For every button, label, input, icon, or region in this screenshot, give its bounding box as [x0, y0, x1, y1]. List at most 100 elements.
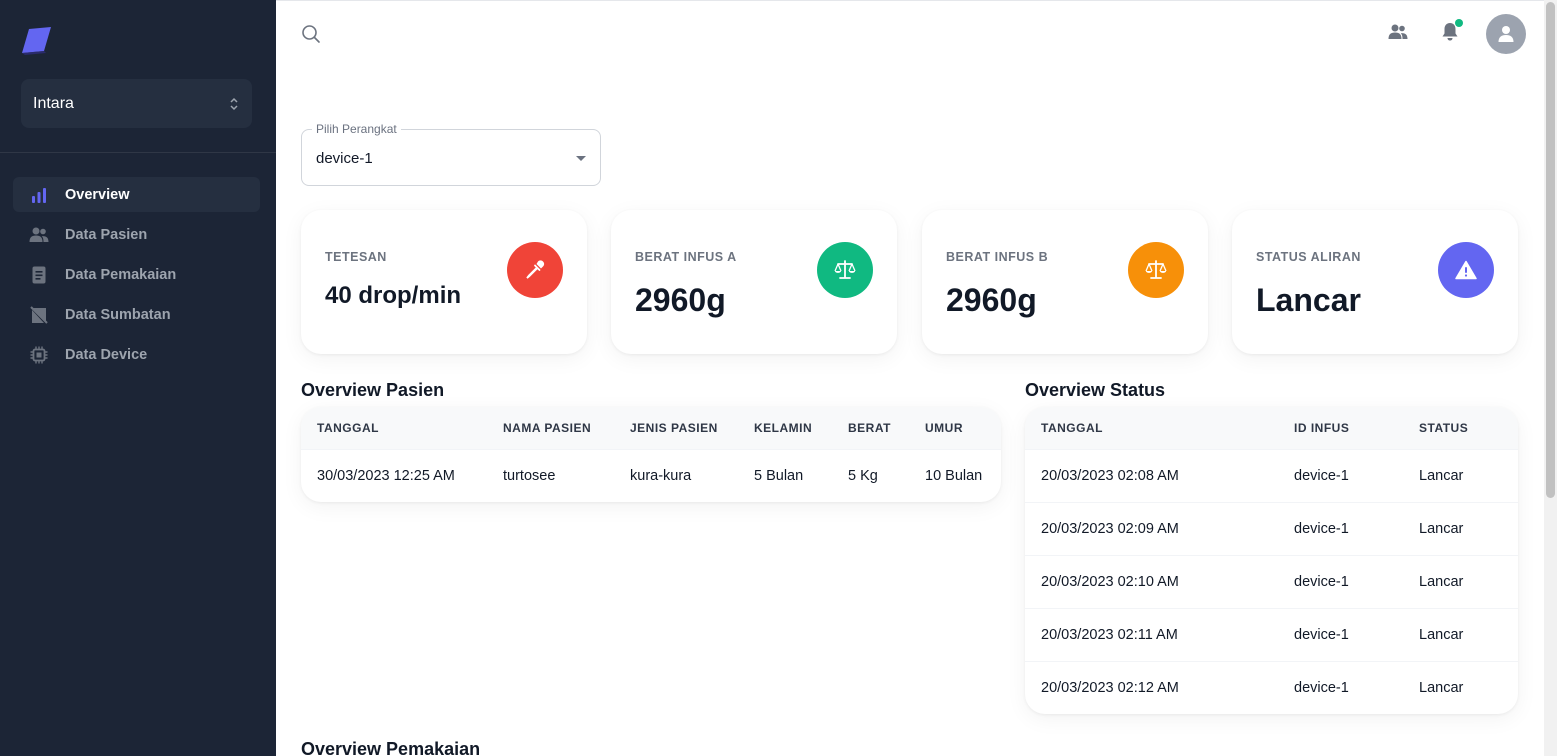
card-title: BERAT INFUS B [946, 250, 1049, 264]
document-icon [29, 265, 49, 285]
table-header-row: TANGGAL ID INFUS STATUS [1025, 407, 1518, 449]
bar-chart-icon [29, 185, 49, 205]
table-cell: Lancar [1403, 448, 1518, 502]
blocked-icon [29, 305, 49, 325]
card-berat-infus-a: BERAT INFUS A 2960g [611, 210, 897, 354]
table-cell: 5 Kg [832, 448, 909, 502]
device-select-label: Pilih Perangkat [312, 122, 401, 136]
card-title: TETESAN [325, 250, 387, 264]
notification-dot [1455, 19, 1463, 27]
sidebar-item-label: Data Pemakaian [65, 266, 177, 283]
table-header-row: TANGGAL NAMA PASIEN JENIS PASIEN KELAMIN… [301, 407, 1001, 449]
sidebar: Intara Overview Data Pasien Data Pemakai… [0, 0, 276, 756]
caret-down-icon [576, 156, 586, 161]
table-cell: turtosee [487, 448, 614, 502]
table-cell: 20/03/2023 02:12 AM [1025, 660, 1278, 714]
sidebar-nav: Overview Data Pasien Data Pemakaian Data… [13, 177, 260, 377]
table-row[interactable]: 20/03/2023 02:12 AM device-1 Lancar [1025, 660, 1518, 714]
card-title: STATUS ALIRAN [1256, 250, 1361, 264]
table-cell: Lancar [1403, 554, 1518, 608]
users-icon [29, 225, 49, 245]
scrollbar-thumb[interactable] [1546, 2, 1555, 498]
sidebar-item-data-sumbatan[interactable]: Data Sumbatan [13, 297, 260, 332]
card-icon-circle [1128, 242, 1184, 298]
card-icon-circle [507, 242, 563, 298]
table-cell: device-1 [1278, 660, 1403, 714]
dropper-icon [526, 260, 545, 279]
card-icon-circle [1438, 242, 1494, 298]
avatar[interactable] [1486, 14, 1526, 54]
logo-icon[interactable] [20, 25, 52, 55]
column-header: TANGGAL [1041, 420, 1103, 435]
table-cell: Lancar [1403, 607, 1518, 661]
column-header: JENIS PASIEN [630, 420, 718, 435]
table-row[interactable]: 20/03/2023 02:10 AM device-1 Lancar [1025, 554, 1518, 608]
card-icon-circle [817, 242, 873, 298]
top-bar [276, 0, 1544, 65]
pasien-table-card: TANGGAL NAMA PASIEN JENIS PASIEN KELAMIN… [301, 407, 1001, 502]
column-header: STATUS [1419, 420, 1469, 435]
section-title-overview-status: Overview Status [1025, 380, 1166, 400]
status-table: TANGGAL ID INFUS STATUS 20/03/2023 02:08… [1025, 407, 1518, 714]
users-icon [1388, 24, 1408, 39]
warning-icon [1455, 260, 1477, 280]
column-header: ID INFUS [1294, 420, 1350, 435]
status-table-card: TANGGAL ID INFUS STATUS 20/03/2023 02:08… [1025, 407, 1518, 714]
column-header: NAMA PASIEN [503, 420, 592, 435]
search-icon [302, 25, 320, 43]
table-row[interactable]: 30/03/2023 12:25 AM turtosee kura-kura 5… [301, 448, 1001, 502]
table-cell: 10 Bulan [909, 448, 1001, 502]
table-cell: 20/03/2023 02:11 AM [1025, 607, 1278, 661]
scale-icon [1145, 260, 1167, 279]
card-title: BERAT INFUS A [635, 250, 737, 264]
table-cell: 20/03/2023 02:10 AM [1025, 554, 1278, 608]
sidebar-item-label: Data Pasien [65, 226, 148, 243]
table-cell: device-1 [1278, 554, 1403, 608]
org-selector[interactable]: Intara [21, 79, 252, 128]
card-value: 2960g [946, 282, 1037, 318]
table-row[interactable]: 20/03/2023 02:09 AM device-1 Lancar [1025, 501, 1518, 555]
table-row[interactable]: 20/03/2023 02:08 AM device-1 Lancar [1025, 448, 1518, 502]
page-scrollbar[interactable] [1544, 0, 1557, 756]
column-header: BERAT [848, 420, 891, 435]
card-tetesan: TETESAN 40 drop/min [301, 210, 587, 354]
org-name: Intara [33, 94, 74, 112]
card-value: Lancar [1256, 282, 1361, 318]
table-row[interactable]: 20/03/2023 02:11 AM device-1 Lancar [1025, 607, 1518, 661]
column-header: UMUR [925, 420, 963, 435]
table-cell: 5 Bulan [738, 448, 832, 502]
sidebar-item-data-device[interactable]: Data Device [13, 337, 260, 372]
table-cell: kura-kura [614, 448, 738, 502]
section-title-overview-pasien: Overview Pasien [301, 380, 445, 400]
sidebar-item-data-pemakaian[interactable]: Data Pemakaian [13, 257, 260, 292]
sidebar-item-label: Overview [65, 186, 130, 203]
sidebar-item-label: Data Sumbatan [65, 306, 171, 323]
card-value: 40 drop/min [325, 282, 462, 309]
section-title-overview-pemakaian: Overview Pemakaian [301, 739, 481, 756]
chip-icon [29, 345, 49, 365]
sidebar-item-data-pasien[interactable]: Data Pasien [13, 217, 260, 252]
card-value: 2960g [635, 282, 726, 318]
sidebar-item-label: Data Device [65, 346, 148, 363]
table-cell: device-1 [1278, 501, 1403, 555]
notifications-button[interactable] [1441, 19, 1463, 46]
card-status-aliran: STATUS ALIRAN Lancar [1232, 210, 1518, 354]
card-berat-infus-b: BERAT INFUS B 2960g [922, 210, 1208, 354]
contacts-button[interactable] [1388, 23, 1412, 45]
pasien-table: TANGGAL NAMA PASIEN JENIS PASIEN KELAMIN… [301, 407, 1001, 502]
device-select[interactable]: Pilih Perangkat device-1 [301, 122, 601, 186]
table-cell: 20/03/2023 02:09 AM [1025, 501, 1278, 555]
table-cell: 30/03/2023 12:25 AM [301, 448, 487, 502]
table-cell: Lancar [1403, 660, 1518, 714]
column-header: TANGGAL [317, 420, 379, 435]
table-cell: Lancar [1403, 501, 1518, 555]
search-button[interactable] [300, 23, 322, 45]
device-select-value: device-1 [316, 150, 373, 167]
table-cell: device-1 [1278, 448, 1403, 502]
table-cell: 20/03/2023 02:08 AM [1025, 448, 1278, 502]
user-icon [1498, 26, 1514, 42]
sidebar-item-overview[interactable]: Overview [13, 177, 260, 212]
scale-icon [834, 260, 856, 279]
table-cell: device-1 [1278, 607, 1403, 661]
column-header: KELAMIN [754, 420, 813, 435]
